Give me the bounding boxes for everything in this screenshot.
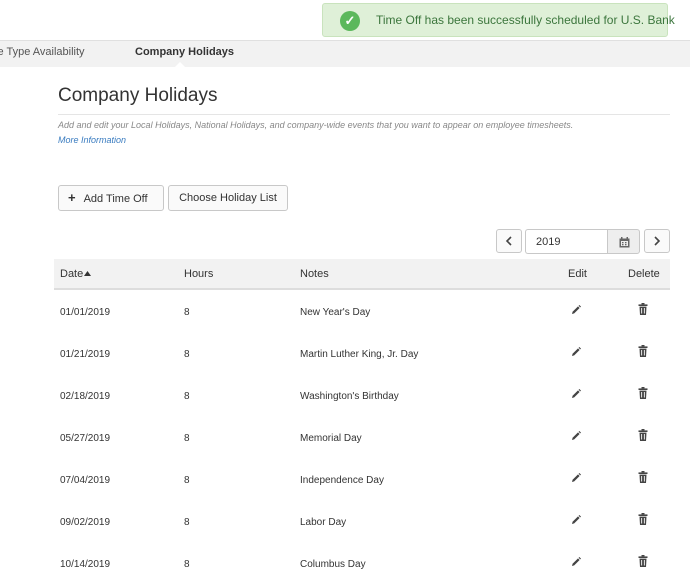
- table-row: 10/14/2019 8 Columbus Day: [54, 543, 670, 585]
- table-row: 09/02/2019 8 Labor Day: [54, 501, 670, 543]
- row-notes: Columbus Day: [300, 559, 366, 570]
- calendar-button[interactable]: [607, 229, 640, 254]
- row-notes: Independence Day: [300, 475, 384, 486]
- next-year-button[interactable]: [644, 229, 670, 253]
- row-hours: 8: [184, 349, 190, 360]
- success-toast: ✓ Time Off has been successfully schedul…: [322, 3, 675, 37]
- holidays-table-header: Date Hours Notes Edit Delete: [54, 259, 670, 290]
- row-hours: 8: [184, 433, 190, 444]
- row-hours: 8: [184, 307, 190, 318]
- edit-column-header: Edit: [568, 268, 587, 280]
- table-row: 01/21/2019 8 Martin Luther King, Jr. Day: [54, 333, 670, 375]
- pencil-icon[interactable]: [571, 389, 581, 402]
- tab-company-holidays[interactable]: Company Holidays: [135, 46, 234, 58]
- add-time-off-label: Add Time Off: [83, 193, 148, 205]
- calendar-icon: [619, 237, 630, 248]
- trash-icon[interactable]: [638, 387, 648, 402]
- title-divider: [58, 114, 670, 115]
- table-row: 02/18/2019 8 Washington's Birthday: [54, 375, 670, 417]
- date-column-header[interactable]: Date: [60, 268, 92, 280]
- add-time-off-button[interactable]: + Add Time Off: [58, 185, 164, 211]
- row-hours: 8: [184, 517, 190, 528]
- row-hours: 8: [184, 475, 190, 486]
- toast-message: Time Off has been successfully scheduled…: [376, 13, 675, 27]
- trash-icon[interactable]: [638, 513, 648, 528]
- tab-leave-type-availability[interactable]: ve Type Availability: [0, 46, 85, 58]
- page-title: Company Holidays: [58, 85, 218, 106]
- table-row: 07/04/2019 8 Independence Day: [54, 459, 670, 501]
- row-date: 10/14/2019: [60, 559, 111, 570]
- row-notes: Martin Luther King, Jr. Day: [300, 349, 419, 360]
- row-notes: New Year's Day: [300, 307, 371, 318]
- previous-year-button[interactable]: [496, 229, 522, 253]
- row-hours: 8: [184, 391, 190, 402]
- date-header-label: Date: [60, 268, 84, 280]
- row-notes: Memorial Day: [300, 433, 362, 444]
- tab-bar: ve Type Availability Company Holidays: [0, 40, 690, 67]
- trash-icon[interactable]: [638, 471, 648, 486]
- page-description: Add and edit your Local Holidays, Nation…: [58, 120, 574, 130]
- pencil-icon[interactable]: [571, 347, 581, 360]
- trash-icon[interactable]: [638, 555, 648, 570]
- chevron-left-icon: [505, 236, 512, 246]
- row-date: 05/27/2019: [60, 433, 111, 444]
- pencil-icon[interactable]: [571, 557, 581, 570]
- notes-column-header: Notes: [300, 268, 329, 280]
- row-date: 01/21/2019: [60, 349, 111, 360]
- year-input[interactable]: [525, 229, 608, 254]
- row-hours: 8: [184, 559, 190, 570]
- trash-icon[interactable]: [638, 303, 648, 318]
- chevron-right-icon: [654, 236, 661, 246]
- active-tab-indicator: [174, 62, 186, 68]
- row-date: 09/02/2019: [60, 517, 111, 528]
- trash-icon[interactable]: [638, 345, 648, 360]
- sort-ascending-icon: [84, 271, 92, 276]
- pencil-icon[interactable]: [571, 473, 581, 486]
- hours-column-header: Hours: [184, 268, 214, 280]
- plus-icon: +: [68, 190, 76, 205]
- pencil-icon[interactable]: [571, 431, 581, 444]
- more-information-link[interactable]: More Information: [58, 135, 126, 145]
- row-date: 01/01/2019: [60, 307, 111, 318]
- row-date: 07/04/2019: [60, 475, 111, 486]
- delete-column-header: Delete: [628, 268, 660, 280]
- row-notes: Washington's Birthday: [300, 391, 399, 402]
- pencil-icon[interactable]: [571, 515, 581, 528]
- pencil-icon[interactable]: [571, 305, 581, 318]
- trash-icon[interactable]: [638, 429, 648, 444]
- choose-holiday-list-button[interactable]: Choose Holiday List: [168, 185, 288, 211]
- row-notes: Labor Day: [300, 517, 347, 528]
- check-circle-icon: ✓: [340, 11, 360, 31]
- row-date: 02/18/2019: [60, 391, 111, 402]
- table-row: 01/01/2019 8 New Year's Day: [54, 291, 670, 333]
- table-row: 05/27/2019 8 Memorial Day: [54, 417, 670, 459]
